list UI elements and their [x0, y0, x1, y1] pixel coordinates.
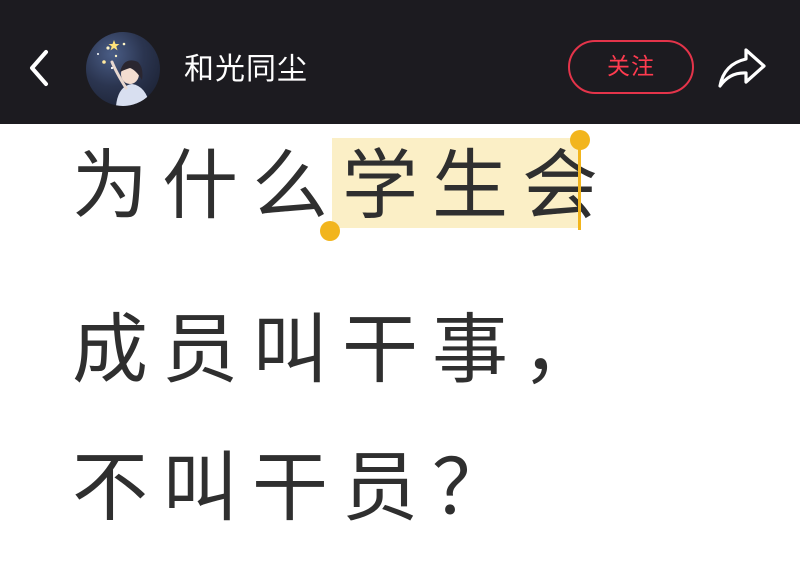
selection-handle-end[interactable] — [570, 130, 590, 150]
avatar[interactable] — [86, 32, 160, 106]
selection-handle-start[interactable] — [320, 221, 340, 241]
top-bar: 和光同尘 关注 — [0, 0, 800, 124]
post-text-line-3[interactable]: 不叫干员？ — [72, 442, 522, 534]
back-button[interactable] — [22, 48, 62, 88]
post-text-line-1[interactable]: 为什么学生会 — [72, 140, 612, 232]
share-button[interactable] — [716, 44, 768, 92]
share-arrow-icon — [718, 48, 766, 88]
selected-text[interactable]: 学生会 — [342, 140, 612, 232]
post-content[interactable]: 为什么学生会 成员叫干事， 不叫干员？ — [0, 124, 800, 564]
post-text-line-2[interactable]: 成员叫干事， — [72, 304, 612, 396]
selection-caret-end — [578, 140, 581, 230]
follow-button[interactable]: 关注 — [568, 40, 694, 94]
username[interactable]: 和光同尘 — [184, 50, 308, 90]
line-1-prefix: 为什么 — [72, 141, 342, 230]
chevron-left-icon — [30, 50, 48, 86]
avatar-illustration — [97, 40, 150, 106]
